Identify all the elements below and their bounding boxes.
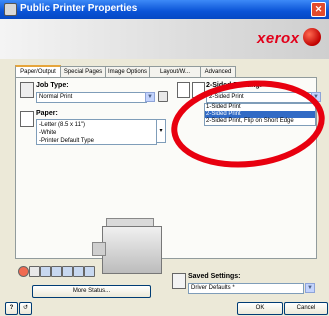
printer-tray bbox=[92, 242, 106, 256]
cancel-button[interactable]: Cancel bbox=[284, 302, 328, 315]
status-icon-3 bbox=[51, 266, 62, 277]
paper-summary-box[interactable]: -Letter (8.5 x 11") -White -Printer Defa… bbox=[36, 119, 157, 145]
printer-illustration bbox=[92, 218, 168, 278]
tab-image-options[interactable]: Image Options bbox=[105, 66, 150, 77]
printer-body bbox=[102, 226, 162, 274]
saved-settings-dropdown-icon[interactable]: ▼ bbox=[305, 283, 315, 293]
job-type-setup-icon[interactable] bbox=[158, 91, 168, 102]
saved-settings-label: Saved Settings: bbox=[188, 273, 241, 280]
status-icon-1 bbox=[29, 266, 40, 277]
annotation-oval bbox=[171, 80, 325, 168]
paper-dropdown-button[interactable]: ▾ bbox=[156, 119, 166, 143]
xerox-ball-icon bbox=[303, 28, 321, 46]
brand-banner: xerox bbox=[0, 19, 329, 59]
paper-size-line: -Letter (8.5 x 11") bbox=[39, 122, 86, 128]
ok-button[interactable]: OK bbox=[237, 302, 283, 315]
close-button[interactable]: ✕ bbox=[311, 2, 326, 17]
saved-settings-icon bbox=[172, 273, 186, 289]
tab-special-pages[interactable]: Special Pages bbox=[60, 66, 106, 77]
job-type-label: Job Type: bbox=[36, 82, 69, 89]
job-type-select[interactable]: Normal Print bbox=[36, 92, 147, 103]
printer-properties-window: Public Printer Properties ✕ xerox Paper/… bbox=[0, 0, 329, 316]
saved-settings-select[interactable]: Driver Defaults * bbox=[188, 283, 304, 294]
more-status-button[interactable]: More Status... bbox=[32, 285, 151, 298]
tab-advanced[interactable]: Advanced bbox=[200, 66, 236, 77]
paper-label: Paper: bbox=[36, 110, 58, 117]
job-type-dropdown-icon[interactable]: ▼ bbox=[145, 92, 155, 102]
paper-color-line: -White bbox=[39, 130, 57, 136]
xerox-logo: xerox bbox=[257, 30, 300, 47]
help-button[interactable]: ? bbox=[5, 302, 18, 315]
status-icon-4 bbox=[62, 266, 73, 277]
status-alert-icon bbox=[18, 266, 29, 277]
status-icon-6 bbox=[84, 266, 95, 277]
paper-type-line: -Printer Default Type bbox=[39, 138, 94, 144]
job-type-icon bbox=[20, 82, 34, 98]
tab-layout-watermark[interactable]: Layout/W... bbox=[149, 66, 201, 77]
printer-icon bbox=[4, 3, 17, 16]
status-icon-5 bbox=[73, 266, 84, 277]
status-icon-2 bbox=[40, 266, 51, 277]
title-bar[interactable]: Public Printer Properties ✕ bbox=[0, 0, 329, 19]
window-title: Public Printer Properties bbox=[20, 3, 138, 14]
paper-icon bbox=[20, 111, 34, 127]
restore-defaults-button[interactable]: ↺ bbox=[19, 302, 32, 315]
